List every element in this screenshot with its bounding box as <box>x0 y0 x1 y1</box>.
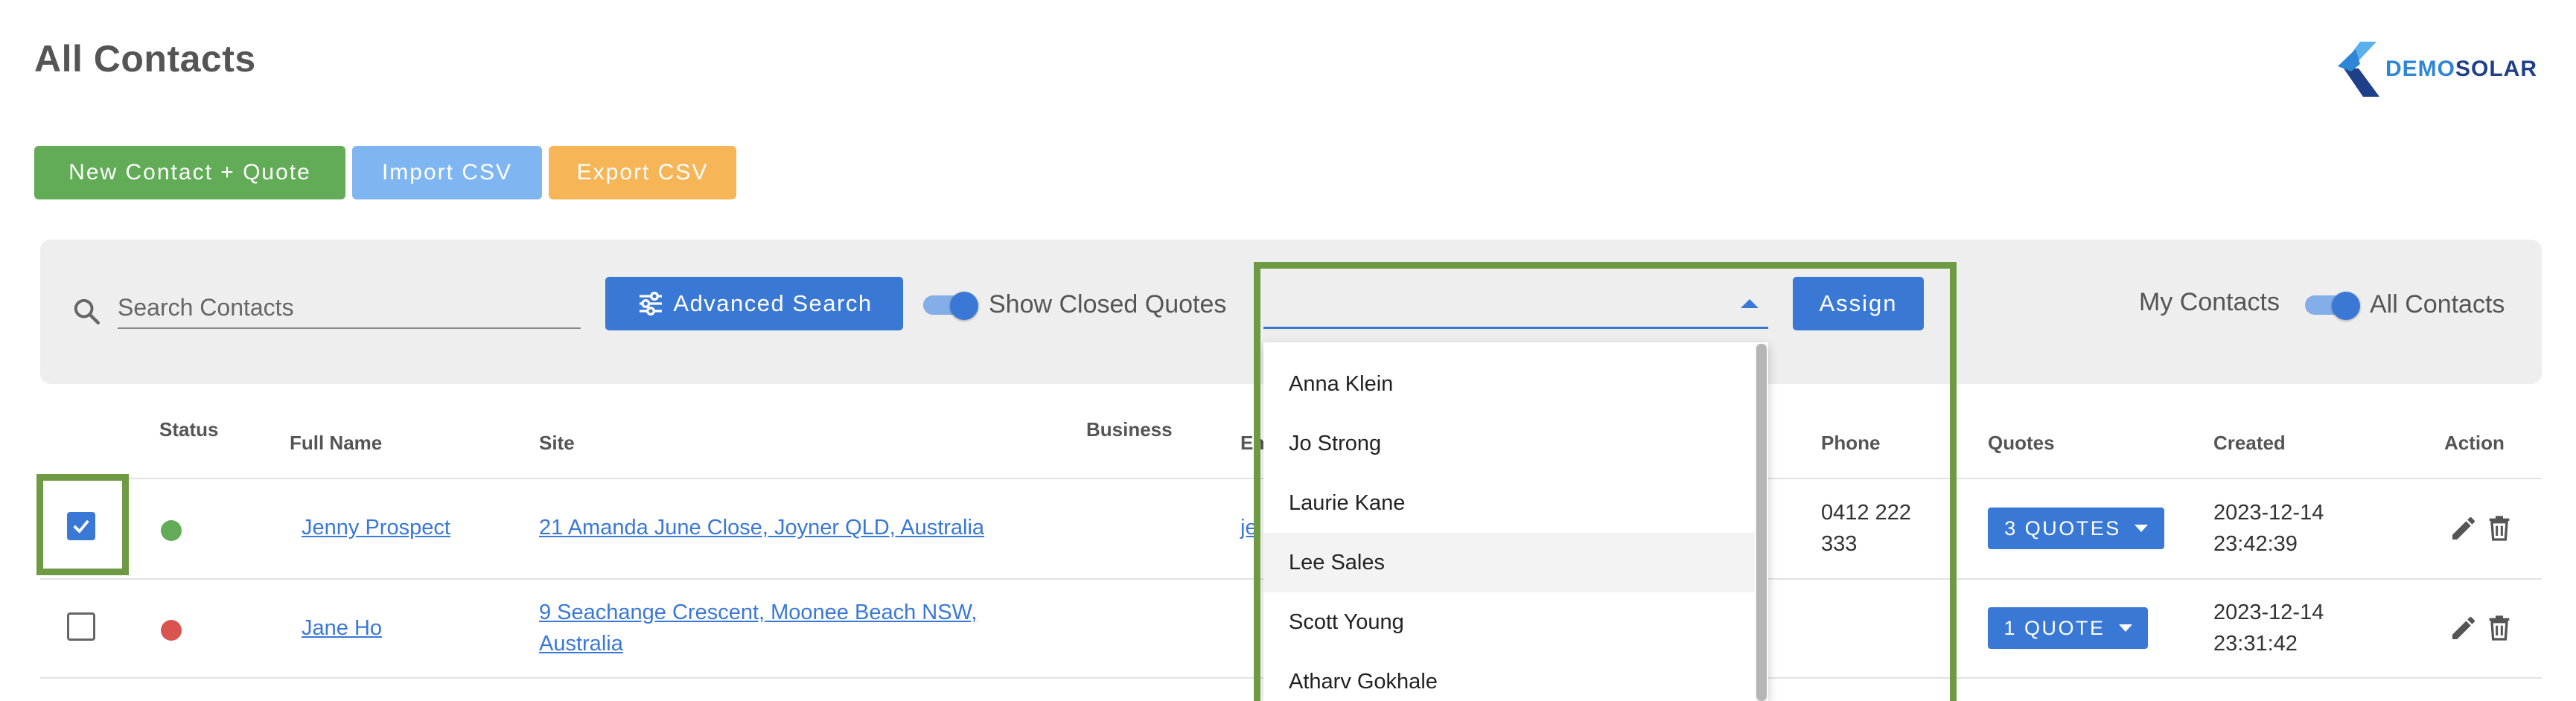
dropdown-option[interactable]: Jo Strong <box>1263 414 1755 473</box>
site-address-link[interactable]: 21 Amanda June Close, Joyner QLD, Austra… <box>539 512 984 543</box>
column-header-action: Action <box>2444 432 2505 454</box>
search-contacts-input[interactable] <box>118 290 581 329</box>
dropdown-option[interactable]: Laurie Kane <box>1263 473 1755 533</box>
tune-icon <box>640 292 663 316</box>
created-date: 2023-12-14 <box>2213 501 2324 525</box>
advanced-search-button[interactable]: Advanced Search <box>605 277 903 330</box>
quotes-dropdown-button[interactable]: 3 QUOTES <box>1988 508 2164 549</box>
phone-cell: 0412 222 333 <box>1821 497 1911 560</box>
demosolar-logo: DEMOSOLAR <box>2338 42 2554 97</box>
checkmark-icon <box>73 519 89 534</box>
created-time: 23:31:42 <box>2213 632 2298 656</box>
dropdown-option-hovered[interactable]: Lee Sales <box>1263 533 1755 592</box>
my-contacts-label: My Contacts <box>2139 288 2280 316</box>
contact-name-link[interactable]: Jane Ho <box>302 612 382 644</box>
dropdown-option[interactable]: Atharv Gokhale <box>1263 652 1755 701</box>
advanced-search-label: Advanced Search <box>673 290 873 316</box>
toggle-knob <box>2332 292 2360 320</box>
status-indicator <box>161 620 182 641</box>
site-line: 9 Seachange Crescent, Moonee Beach NSW, <box>539 601 978 624</box>
page-title: All Contacts <box>34 38 256 80</box>
logo-text-demo: DEMO <box>2385 57 2455 81</box>
trash-icon[interactable] <box>2484 613 2514 643</box>
column-header-phone: Phone <box>1821 432 1881 454</box>
column-header-business: Business <box>1086 418 1173 441</box>
column-header-status: Status <box>159 418 219 441</box>
column-header-full-name: Full Name <box>290 432 383 454</box>
caret-up-icon[interactable] <box>1741 299 1759 308</box>
all-contacts-label: All Contacts <box>2370 290 2505 319</box>
toggle-knob <box>950 292 978 320</box>
quotes-label: 3 QUOTES <box>2004 516 2121 540</box>
created-date: 2023-12-14 <box>2213 601 2324 624</box>
new-contact-quote-button[interactable]: New Contact + Quote <box>34 146 345 199</box>
trash-icon[interactable] <box>2484 513 2514 543</box>
logo-text: DEMOSOLAR <box>2385 57 2537 82</box>
phone-line: 333 <box>1821 532 1858 556</box>
row-select-checkbox[interactable] <box>67 612 95 641</box>
logo-chevron-icon <box>2338 42 2379 97</box>
site-address-link[interactable]: 9 Seachange Crescent, Moonee Beach NSW, … <box>539 597 977 659</box>
pencil-icon[interactable] <box>2449 613 2478 643</box>
column-header-quotes: Quotes <box>1988 432 2055 454</box>
assign-user-dropdown-menu: Anna Klein Jo Strong Laurie Kane Lee Sal… <box>1263 342 1768 701</box>
dropdown-option[interactable]: Anna Klein <box>1263 354 1755 414</box>
column-header-site: Site <box>539 432 575 454</box>
status-indicator <box>161 520 182 541</box>
quotes-label: 1 QUOTE <box>2003 616 2105 639</box>
created-cell: 2023-12-14 23:31:42 <box>2213 597 2324 659</box>
row-select-checkbox[interactable] <box>67 512 95 540</box>
dropdown-option[interactable]: Scott Young <box>1263 592 1755 652</box>
contact-name-link[interactable]: Jenny Prospect <box>302 512 450 543</box>
logo-text-solar: SOLAR <box>2455 57 2537 81</box>
created-cell: 2023-12-14 23:42:39 <box>2213 497 2324 560</box>
export-csv-button[interactable]: Export CSV <box>549 146 736 199</box>
import-csv-button[interactable]: Import CSV <box>352 146 542 199</box>
caret-down-icon <box>2118 624 2132 632</box>
dropdown-scrollbar-thumb[interactable] <box>1756 344 1767 701</box>
assign-user-select[interactable] <box>1263 275 1768 329</box>
caret-down-icon <box>2134 525 2148 532</box>
site-line: Australia <box>539 632 623 656</box>
column-header-created: Created <box>2213 432 2286 454</box>
show-closed-quotes-toggle[interactable] <box>923 292 978 320</box>
quotes-dropdown-button[interactable]: 1 QUOTE <box>1988 607 2148 649</box>
phone-line: 0412 222 <box>1821 501 1911 525</box>
search-icon <box>74 298 100 324</box>
email-link[interactable]: je <box>1240 512 1257 543</box>
show-closed-quotes-label: Show Closed Quotes <box>989 290 1227 319</box>
assign-button[interactable]: Assign <box>1793 277 1924 330</box>
my-all-contacts-toggle[interactable] <box>2305 292 2360 320</box>
created-time: 23:42:39 <box>2213 532 2298 556</box>
pencil-icon[interactable] <box>2449 513 2478 543</box>
